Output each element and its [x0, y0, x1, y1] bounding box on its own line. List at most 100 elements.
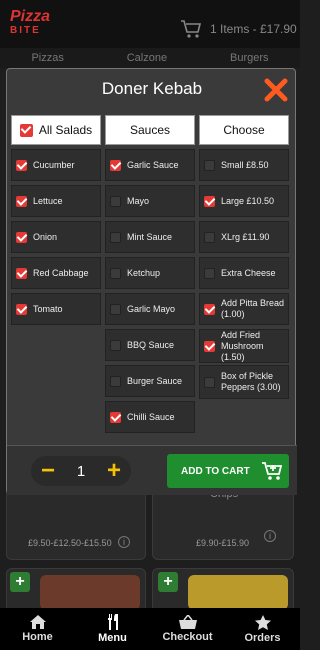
category-calzone[interactable]: Calzone: [127, 52, 167, 64]
add-to-cart-button[interactable]: ADD TO CART: [167, 454, 289, 488]
checkbox-unchecked-icon[interactable]: [110, 195, 121, 207]
menu-card-price: £9.50-£12.50-£15.50: [28, 538, 112, 548]
option-choose-0[interactable]: Small £8.50: [199, 149, 289, 181]
logo-bottom: BITE: [10, 25, 41, 36]
nav-label: Checkout: [162, 631, 213, 643]
checkbox-checked-icon[interactable]: [16, 267, 27, 279]
close-icon[interactable]: [263, 77, 289, 103]
option-sauces-6[interactable]: Burger Sauce: [105, 365, 195, 397]
option-label: Small £8.50: [221, 159, 269, 170]
add-item-icon[interactable]: +: [158, 572, 178, 592]
option-sauces-1[interactable]: Mayo: [105, 185, 195, 217]
cart-action-bar: − 1 + ADD TO CART: [7, 445, 297, 495]
basket-icon: [178, 615, 197, 629]
add-item-icon[interactable]: +: [10, 572, 30, 592]
bottom-nav: Home Menu Checkout Orders: [0, 608, 300, 650]
option-salads-0[interactable]: Cucumber: [11, 149, 101, 181]
option-choose-2[interactable]: XLrg £11.90: [199, 221, 289, 253]
option-label: Box of Pickle Peppers (3.00): [221, 371, 281, 392]
option-salads-1[interactable]: Lettuce: [11, 185, 101, 217]
checkbox-unchecked-icon[interactable]: [204, 376, 215, 388]
option-label: Ketchup: [127, 267, 161, 278]
minus-button[interactable]: −: [41, 458, 55, 484]
option-sauces-7[interactable]: Chilli Sauce: [105, 401, 195, 433]
option-sauces-3[interactable]: Ketchup: [105, 257, 195, 289]
option-label: Lettuce: [33, 195, 63, 206]
column-label: Sauces: [129, 123, 171, 137]
checkbox-checked-icon[interactable]: [204, 195, 215, 207]
option-label: Add Fried Mushroom (1.50): [221, 329, 264, 362]
nav-checkout[interactable]: Checkout: [150, 608, 225, 650]
checkbox-unchecked-icon[interactable]: [110, 267, 121, 279]
checkbox-unchecked-icon[interactable]: [110, 303, 121, 315]
column-label: Choose: [223, 123, 265, 137]
checkbox-checked-icon[interactable]: [16, 231, 27, 243]
option-choose-1[interactable]: Large £10.50: [199, 185, 289, 217]
all-salads-toggle[interactable]: All Salads: [11, 115, 101, 145]
option-label: Burger Sauce: [127, 375, 183, 386]
option-sauces-4[interactable]: Garlic Mayo: [105, 293, 195, 325]
option-salads-2[interactable]: Onion: [11, 221, 101, 253]
nav-orders[interactable]: Orders: [225, 608, 300, 650]
option-label: Mint Sauce: [127, 231, 173, 242]
info-icon[interactable]: i: [264, 530, 276, 542]
home-icon: [29, 615, 46, 629]
option-sauces-5[interactable]: BBQ Sauce: [105, 329, 195, 361]
star-icon: [254, 614, 271, 630]
nav-menu[interactable]: Menu: [75, 608, 150, 650]
sauces-header: Sauces: [105, 115, 195, 145]
option-choose-3[interactable]: Extra Cheese: [199, 257, 289, 289]
add-to-cart-label: ADD TO CART: [181, 465, 250, 477]
nav-home[interactable]: Home: [0, 608, 75, 650]
checkbox-checked-icon[interactable]: [204, 303, 215, 315]
checkbox-unchecked-icon[interactable]: [204, 159, 215, 171]
nav-label: Orders: [244, 631, 281, 644]
option-label: Garlic Mayo: [127, 303, 176, 314]
app-header: Pizza BITE 1 Items - £17.90: [0, 0, 300, 48]
checkbox-unchecked-icon[interactable]: [204, 231, 215, 243]
checkbox-unchecked-icon[interactable]: [110, 339, 121, 351]
choose-header: Choose: [199, 115, 289, 145]
checkbox-checked-icon[interactable]: [204, 340, 215, 352]
info-icon[interactable]: i: [118, 536, 130, 548]
option-salads-4[interactable]: Tomato: [11, 293, 101, 325]
option-label: Large £10.50: [221, 195, 275, 206]
checkbox-checked-icon[interactable]: [16, 195, 27, 207]
food-image: [188, 575, 288, 610]
option-choose-6[interactable]: Box of Pickle Peppers (3.00): [199, 365, 289, 399]
option-label: Cucumber: [33, 159, 75, 170]
column-label: All Salads: [38, 123, 93, 137]
option-label: Red Cabbage: [33, 267, 89, 278]
nav-label: Home: [22, 631, 53, 643]
checkbox-checked-icon: [19, 123, 33, 137]
category-burgers[interactable]: Burgers: [230, 52, 269, 64]
checkbox-checked-icon[interactable]: [16, 303, 27, 315]
checkbox-unchecked-icon[interactable]: [204, 267, 215, 279]
cart-icon: [181, 20, 202, 38]
quantity-value: 1: [76, 462, 86, 480]
checkbox-checked-icon[interactable]: [16, 159, 27, 171]
cutlery-icon: [107, 614, 118, 630]
cart-button[interactable]: 1 Items - £17.90: [180, 18, 300, 40]
option-label: Chilli Sauce: [127, 411, 175, 422]
food-image: [40, 575, 140, 610]
logo[interactable]: Pizza BITE: [10, 9, 50, 38]
option-choose-5[interactable]: Add Fried Mushroom (1.50): [199, 329, 289, 363]
nav-label: Menu: [98, 632, 127, 644]
checkbox-unchecked-icon[interactable]: [110, 375, 121, 387]
cart-summary: 1 Items - £17.90: [210, 22, 297, 36]
checkbox-checked-icon[interactable]: [110, 411, 121, 423]
option-label: XLrg £11.90: [221, 231, 270, 242]
option-sauces-0[interactable]: Garlic Sauce: [105, 149, 195, 181]
modal-title: Doner Kebab: [101, 79, 203, 98]
category-pizzas[interactable]: Pizzas: [31, 52, 63, 64]
option-label: BBQ Sauce: [127, 339, 175, 350]
plus-button[interactable]: +: [107, 458, 121, 484]
option-salads-3[interactable]: Red Cabbage: [11, 257, 101, 289]
checkbox-unchecked-icon[interactable]: [110, 231, 121, 243]
checkbox-checked-icon[interactable]: [110, 159, 121, 171]
option-label: Mayo: [127, 195, 150, 206]
option-sauces-2[interactable]: Mint Sauce: [105, 221, 195, 253]
option-label: Add Pitta Bread (1.00): [221, 298, 285, 319]
option-choose-4[interactable]: Add Pitta Bread (1.00): [199, 293, 289, 325]
